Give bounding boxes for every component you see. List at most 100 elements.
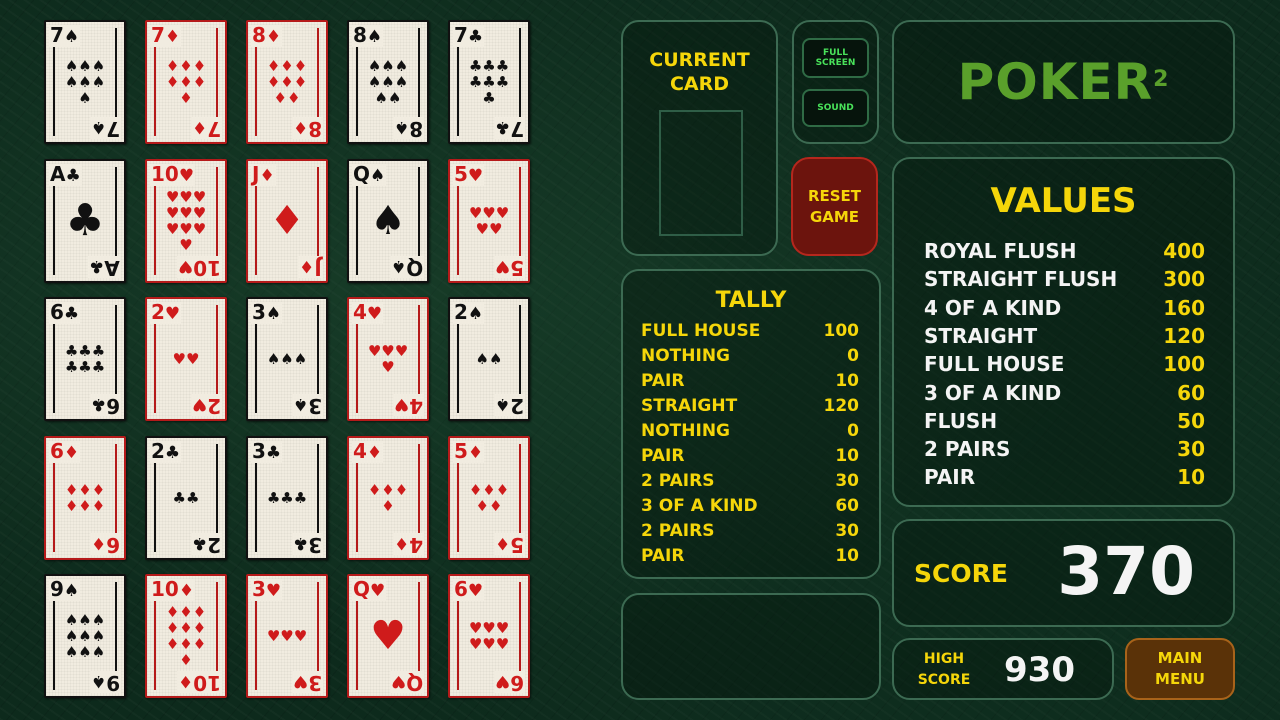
card[interactable]: 4♦ 4♦ ♦♦♦♦ — [347, 436, 429, 560]
values-row: FULL HOUSE 100 — [924, 350, 1205, 378]
card[interactable]: 3♥ 3♥ ♥♥♥ — [246, 574, 328, 698]
card[interactable]: 2♣ 2♣ ♣♣ — [145, 436, 227, 560]
card-corner-index: 3♣ — [291, 533, 323, 557]
card-pips: ♣♣♣ — [266, 489, 308, 507]
hand-value: 60 — [1177, 380, 1205, 405]
tally-row: FULL HOUSE 100 — [641, 319, 859, 344]
card-rank: J — [314, 256, 322, 280]
card-rank: 5 — [510, 256, 524, 280]
card-suit-icon: ♦ — [299, 256, 315, 276]
hand-name: 4 OF A KIND — [924, 295, 1062, 320]
card[interactable]: 6♣ 6♣ ♣♣♣♣♣♣ — [44, 297, 126, 421]
card-rank: Q — [405, 256, 423, 280]
tally-row: 3 OF A KIND 60 — [641, 494, 859, 519]
values-row: STRAIGHT 120 — [924, 322, 1205, 350]
card-pips: ♥♥♥♥♥ — [468, 204, 510, 238]
card[interactable]: 4♥ 4♥ ♥♥♥♥ — [347, 297, 429, 421]
tally-title: TALLY — [715, 288, 787, 313]
card-suit-icon: ♣ — [89, 256, 105, 276]
card[interactable]: 6♥ 6♥ ♥♥♥♥♥♥ — [448, 574, 530, 698]
card-face-emblem-icon: ♦ — [269, 198, 305, 244]
current-card-title: CURRENT CARD — [649, 49, 750, 95]
card-corner-index: 2♠ — [493, 394, 525, 418]
card[interactable]: 5♥ 5♥ ♥♥♥♥♥ — [448, 159, 530, 283]
card-suit-icon: ♣ — [494, 117, 511, 137]
sound-button[interactable]: SOUND — [802, 89, 869, 127]
card-corner-index: 7♦ — [190, 117, 222, 141]
values-row: FLUSH 50 — [924, 407, 1205, 435]
card[interactable]: 10♦ 10♦ ♦♦♦♦♦♦♦♦♦♦ — [145, 574, 227, 698]
card[interactable]: 3♠ 3♠ ♠♠♠ — [246, 297, 328, 421]
card-suit-icon: ♠ — [292, 394, 309, 414]
tally-hand-name: 2 PAIRS — [641, 521, 715, 541]
reset-game-button[interactable]: RESET GAME — [791, 157, 878, 256]
card-corner-index: 3♥ — [291, 671, 323, 695]
card-pips: ♠♠♠ — [266, 350, 308, 368]
card-suit-icon: ♦ — [191, 117, 208, 137]
high-score-panel: HIGH SCORE 930 — [892, 638, 1114, 700]
hand-value: 10 — [1177, 465, 1205, 490]
card-rank: 5 — [510, 533, 524, 557]
hand-value: 30 — [1177, 437, 1205, 462]
card-rank: 7 — [207, 117, 221, 141]
fullscreen-button[interactable]: FULL SCREEN — [802, 38, 869, 78]
card[interactable]: 6♦ 6♦ ♦♦♦♦♦♦ — [44, 436, 126, 560]
card-suit-icon: ♠ — [390, 256, 406, 276]
card-corner-index: 9♠ — [89, 671, 121, 695]
card[interactable]: 2♥ 2♥ ♥♥ — [145, 297, 227, 421]
card[interactable]: 8♦ 8♦ ♦♦♦♦♦♦♦♦ — [246, 20, 328, 144]
card-suit-icon: ♠ — [90, 117, 107, 137]
card[interactable]: 7♦ 7♦ ♦♦♦♦♦♦♦ — [145, 20, 227, 144]
card[interactable]: A♣ A♣ ♣ — [44, 159, 126, 283]
card[interactable]: 7♣ 7♣ ♣♣♣♣♣♣♣ — [448, 20, 530, 144]
card-rank: 3 — [308, 671, 322, 695]
card-corner-index: J♦ — [298, 256, 323, 280]
card-pips: ♦♦♦♦♦♦ — [64, 481, 106, 515]
values-row: 3 OF A KIND 60 — [924, 379, 1205, 407]
current-card-panel: CURRENT CARD — [621, 20, 778, 256]
card-corner-index: A♣ — [88, 256, 121, 280]
hand-name: STRAIGHT FLUSH — [924, 267, 1118, 292]
tally-row: NOTHING 0 — [641, 344, 859, 369]
tally-row: NOTHING 0 — [641, 419, 859, 444]
card[interactable]: Q♥ Q♥ ♥ — [347, 574, 429, 698]
card-pips: ♥♥♥♥♥♥ — [468, 619, 510, 653]
main-menu-button[interactable]: MAIN MENU — [1125, 638, 1235, 700]
tally-hand-points: 10 — [835, 371, 859, 391]
card[interactable]: 5♦ 5♦ ♦♦♦♦♦ — [448, 436, 530, 560]
tally-hand-points: 100 — [823, 321, 860, 341]
card-rank: 3 — [308, 394, 322, 418]
card-rank: 7 — [106, 117, 120, 141]
card-suit-icon: ♣ — [90, 394, 107, 414]
card-rank: 2 — [207, 394, 221, 418]
card[interactable]: 8♠ 8♠ ♠♠♠♠♠♠♠♠ — [347, 20, 429, 144]
card[interactable]: 2♠ 2♠ ♠♠ — [448, 297, 530, 421]
tally-hand-name: FULL HOUSE — [641, 321, 761, 341]
card[interactable]: J♦ J♦ ♦ — [246, 159, 328, 283]
values-row: PAIR 10 — [924, 463, 1205, 491]
card-pips: ♠♠♠♠♠♠♠♠ — [367, 57, 409, 107]
card[interactable]: 10♥ 10♥ ♥♥♥♥♥♥♥♥♥♥ — [145, 159, 227, 283]
card-suit-icon: ♥ — [177, 256, 194, 276]
card-suit-icon: ♠ — [494, 394, 511, 414]
hand-name: 2 PAIRS — [924, 437, 1011, 462]
card[interactable]: 9♠ 9♠ ♠♠♠♠♠♠♠♠♠ — [44, 574, 126, 698]
card-corner-index: 5♥ — [493, 256, 525, 280]
tally-hand-points: 0 — [847, 346, 859, 366]
card-suit-icon: ♦ — [393, 533, 410, 553]
high-score-value: 930 — [1004, 650, 1075, 690]
card[interactable]: 3♣ 3♣ ♣♣♣ — [246, 436, 328, 560]
card-rank: 2 — [207, 533, 221, 557]
card-suit-icon: ♠ — [393, 117, 410, 137]
card-pips: ♥♥♥♥♥♥♥♥♥♥ — [165, 188, 207, 254]
hand-value: 400 — [1163, 239, 1205, 263]
tally-panel: TALLY FULL HOUSE 100 NOTHING 0 PAIR 10 STRAIGH… — [621, 269, 881, 579]
card-rank: 8 — [409, 117, 423, 141]
tally-hand-name: STRAIGHT — [641, 396, 738, 416]
score-panel: SCORE 370 — [892, 519, 1235, 627]
toggles-panel: FULL SCREEN SOUND — [792, 20, 879, 144]
card[interactable]: 7♠ 7♠ ♠♠♠♠♠♠♠ — [44, 20, 126, 144]
card-pips: ♥♥ — [172, 350, 200, 368]
hand-name: 3 OF A KIND — [924, 380, 1062, 405]
card[interactable]: Q♠ Q♠ ♠ — [347, 159, 429, 283]
